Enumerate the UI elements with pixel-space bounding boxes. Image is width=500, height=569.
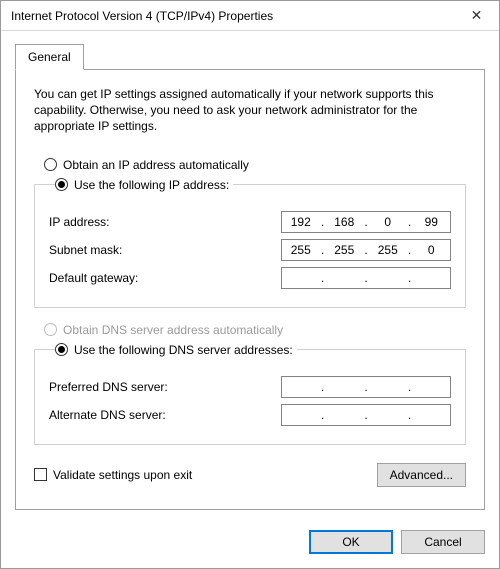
titlebar: Internet Protocol Version 4 (TCP/IPv4) P… bbox=[1, 1, 499, 31]
advanced-button[interactable]: Advanced... bbox=[377, 463, 466, 487]
ip-octet[interactable]: 255 bbox=[329, 243, 359, 257]
radio-icon bbox=[44, 323, 57, 336]
ip-octet[interactable]: 255 bbox=[373, 243, 403, 257]
tab-general[interactable]: General bbox=[15, 44, 84, 70]
radio-ip-auto[interactable]: Obtain an IP address automatically bbox=[44, 158, 466, 172]
field-default-gateway: Default gateway: . . . bbox=[49, 267, 451, 289]
ip-octet[interactable]: 255 bbox=[286, 243, 316, 257]
ip-octet[interactable]: 0 bbox=[416, 243, 446, 257]
cancel-button[interactable]: Cancel bbox=[401, 530, 485, 554]
checkbox-label: Validate settings upon exit bbox=[53, 468, 192, 482]
content-area: General You can get IP settings assigned… bbox=[1, 31, 499, 520]
ip-octet[interactable]: 99 bbox=[416, 215, 446, 229]
window-title: Internet Protocol Version 4 (TCP/IPv4) P… bbox=[11, 9, 454, 23]
field-alternate-dns: Alternate DNS server: . . . bbox=[49, 404, 451, 426]
default-gateway-input[interactable]: . . . bbox=[281, 267, 451, 289]
ip-octet[interactable]: 0 bbox=[373, 215, 403, 229]
validate-checkbox[interactable]: Validate settings upon exit bbox=[34, 468, 192, 482]
close-icon[interactable]: ✕ bbox=[454, 1, 499, 31]
radio-icon bbox=[55, 343, 68, 356]
preferred-dns-input[interactable]: . . . bbox=[281, 376, 451, 398]
field-label: IP address: bbox=[49, 215, 281, 229]
radio-icon bbox=[44, 158, 57, 171]
field-label: Subnet mask: bbox=[49, 243, 281, 257]
field-label: Preferred DNS server: bbox=[49, 380, 281, 394]
dialog-footer: OK Cancel bbox=[1, 520, 499, 568]
tabstrip: General bbox=[15, 43, 485, 69]
bottom-row: Validate settings upon exit Advanced... bbox=[34, 463, 466, 487]
radio-dns-auto: Obtain DNS server address automatically bbox=[44, 323, 466, 337]
group-dns-manual: Use the following DNS server addresses: … bbox=[34, 340, 466, 445]
ip-octet[interactable]: 168 bbox=[329, 215, 359, 229]
radio-dns-manual[interactable]: Use the following DNS server addresses: bbox=[55, 343, 293, 357]
field-preferred-dns: Preferred DNS server: . . . bbox=[49, 376, 451, 398]
checkbox-icon bbox=[34, 468, 47, 481]
radio-label: Obtain an IP address automatically bbox=[63, 158, 249, 172]
dialog-window: Internet Protocol Version 4 (TCP/IPv4) P… bbox=[0, 0, 500, 569]
field-label: Default gateway: bbox=[49, 271, 281, 285]
radio-ip-manual[interactable]: Use the following IP address: bbox=[55, 178, 229, 192]
ip-octet[interactable]: 192 bbox=[286, 215, 316, 229]
field-subnet-mask: Subnet mask: 255. 255. 255. 0 bbox=[49, 239, 451, 261]
radio-icon bbox=[55, 178, 68, 191]
alternate-dns-input[interactable]: . . . bbox=[281, 404, 451, 426]
group-ip-manual: Use the following IP address: IP address… bbox=[34, 175, 466, 308]
radio-label: Use the following DNS server addresses: bbox=[74, 343, 293, 357]
field-label: Alternate DNS server: bbox=[49, 408, 281, 422]
field-ip-address: IP address: 192. 168. 0. 99 bbox=[49, 211, 451, 233]
radio-label: Obtain DNS server address automatically bbox=[63, 323, 283, 337]
radio-label: Use the following IP address: bbox=[74, 178, 229, 192]
ok-button[interactable]: OK bbox=[309, 530, 393, 554]
tab-panel-general: You can get IP settings assigned automat… bbox=[15, 69, 485, 510]
subnet-mask-input[interactable]: 255. 255. 255. 0 bbox=[281, 239, 451, 261]
description-text: You can get IP settings assigned automat… bbox=[34, 86, 466, 135]
ip-address-input[interactable]: 192. 168. 0. 99 bbox=[281, 211, 451, 233]
